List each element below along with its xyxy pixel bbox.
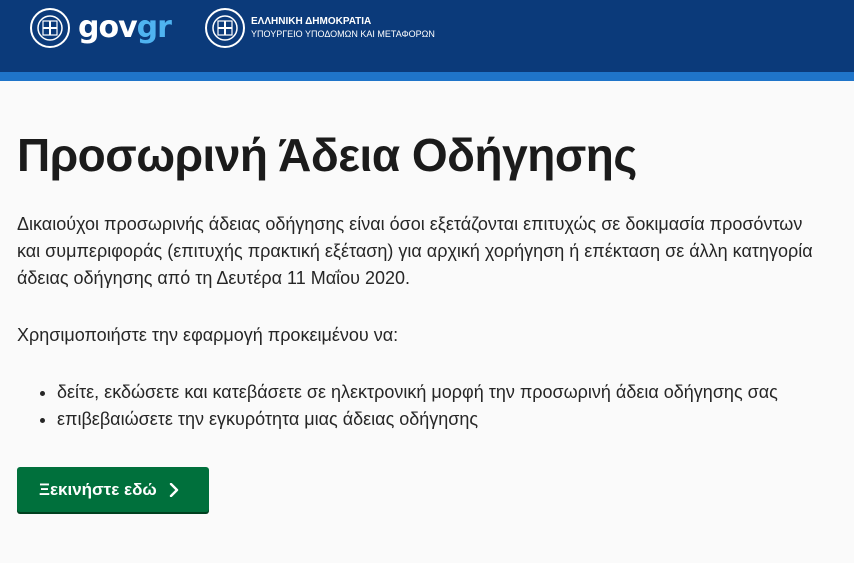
list-item: δείτε, εκδώσετε και κατεβάσετε σε ηλεκτρ… bbox=[57, 379, 837, 406]
govgr-wordmark-accent: gr bbox=[136, 10, 172, 45]
ministry-emblem-icon bbox=[205, 8, 245, 48]
start-button-label: Ξεκινήστε εδώ bbox=[39, 479, 157, 499]
greek-emblem-icon bbox=[30, 8, 70, 48]
header-accent-strip bbox=[0, 72, 854, 81]
intro-paragraph: Δικαιούχοι προσωρινής άδειας οδήγησης εί… bbox=[17, 214, 813, 288]
ministry-name: ΕΛΛΗΝΙΚΗ ΔΗΜΟΚΡΑΤΙΑ ΥΠΟΥΡΓΕΙΟ ΥΠΟΔΟΜΩΝ Κ… bbox=[251, 16, 435, 40]
page-title: Προσωρινή Άδεια Οδήγησης bbox=[17, 129, 637, 181]
chevron-right-icon bbox=[169, 482, 179, 497]
ministry-name-line2: ΥΠΟΥΡΓΕΙΟ ΥΠΟΔΟΜΩΝ ΚΑΙ ΜΕΤΑΦΟΡΩΝ bbox=[251, 29, 435, 39]
usage-paragraph: Χρησιμοποιήστε την εφαρμογή προκειμένου … bbox=[17, 325, 399, 345]
main-content: Προσωρινή Άδεια Οδήγησης Δικαιούχοι προσ… bbox=[17, 81, 837, 512]
list-item: επιβεβαιώσετε την εγκυρότητα μιας άδειας… bbox=[57, 406, 837, 433]
feature-list: δείτε, εκδώσετε και κατεβάσετε σε ηλεκτρ… bbox=[17, 379, 837, 433]
start-button[interactable]: Ξεκινήστε εδώ bbox=[17, 467, 209, 512]
site-header: govgr ΕΛΛΗΝΙΚΗ ΔΗΜΟΚΡΑΤΙΑ ΥΠΟΥΡΓΕΙΟ ΥΠΟΔ… bbox=[0, 0, 854, 72]
govgr-logo[interactable]: govgr bbox=[30, 8, 172, 48]
govgr-wordmark-primary: gov bbox=[78, 10, 138, 45]
ministry-logo[interactable]: ΕΛΛΗΝΙΚΗ ΔΗΜΟΚΡΑΤΙΑ ΥΠΟΥΡΓΕΙΟ ΥΠΟΔΟΜΩΝ Κ… bbox=[205, 8, 435, 48]
govgr-wordmark: govgr bbox=[78, 8, 172, 48]
ministry-name-line1: ΕΛΛΗΝΙΚΗ ΔΗΜΟΚΡΑΤΙΑ bbox=[251, 16, 372, 27]
